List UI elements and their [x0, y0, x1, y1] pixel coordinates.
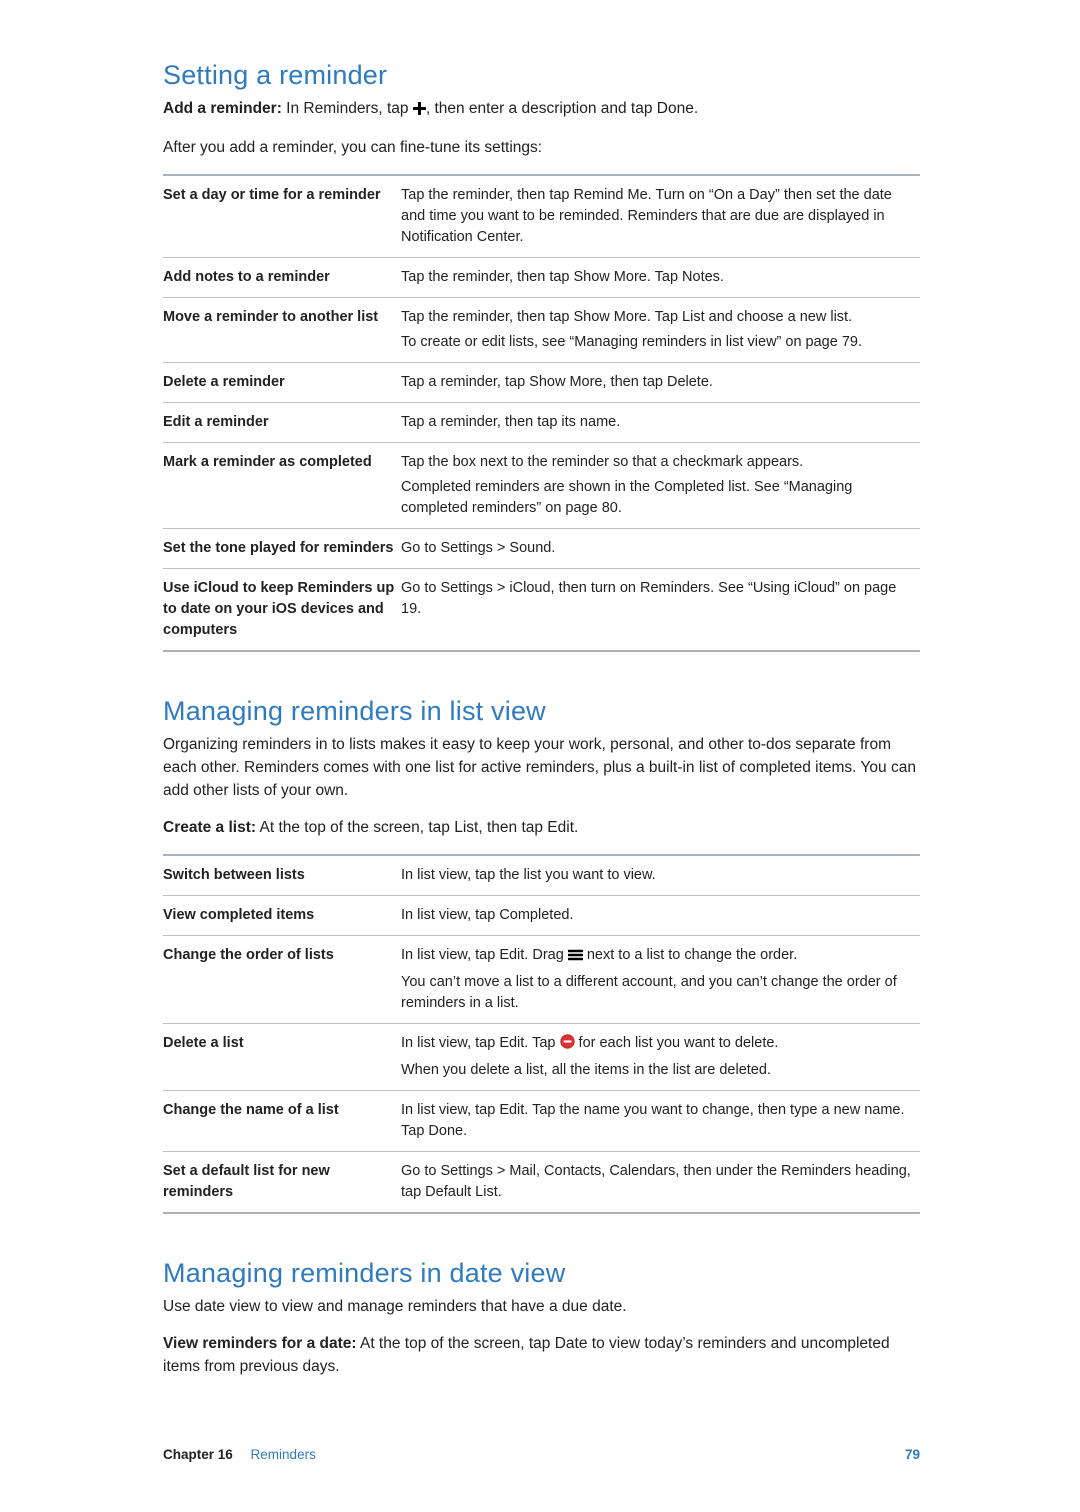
plus-icon	[413, 99, 426, 122]
table-row: Use iCloud to keep Reminders up to date …	[163, 568, 920, 651]
row-label: Switch between lists	[163, 855, 401, 896]
chapter-label: Chapter 16	[163, 1447, 233, 1462]
table-row: Delete a listIn list view, tap Edit. Tap…	[163, 1023, 920, 1090]
row-desc: Tap a reminder, then tap its name.	[401, 402, 920, 442]
footer-left: Chapter 16 Reminders	[163, 1447, 316, 1462]
section-setting-reminder: Setting a reminder Add a reminder: In Re…	[163, 60, 920, 652]
table-row: Edit a reminderTap a reminder, then tap …	[163, 402, 920, 442]
table-row: Set the tone played for remindersGo to S…	[163, 528, 920, 568]
drag-handle-icon	[568, 947, 583, 968]
add-reminder-intro: Add a reminder: In Reminders, tap , then…	[163, 97, 920, 122]
row-desc: In list view, tap the list you want to v…	[401, 855, 920, 896]
heading-list-view: Managing reminders in list view	[163, 696, 920, 727]
row-label: Delete a list	[163, 1023, 401, 1090]
after-add-text: After you add a reminder, you can fine-t…	[163, 136, 920, 159]
row-desc-para: Completed reminders are shown in the Com…	[401, 477, 914, 519]
table-row: Change the name of a listIn list view, t…	[163, 1090, 920, 1151]
row-desc-para: In list view, tap Completed.	[401, 905, 914, 926]
row-desc: Tap the reminder, then tap Remind Me. Tu…	[401, 175, 920, 258]
table-row: Change the order of listsIn list view, t…	[163, 935, 920, 1023]
row-desc-para: In list view, tap Edit. Tap the name you…	[401, 1100, 914, 1142]
row-label: Set a day or time for a reminder	[163, 175, 401, 258]
settings-table-1: Set a day or time for a reminderTap the …	[163, 174, 920, 652]
row-label: Delete a reminder	[163, 362, 401, 402]
row-desc-para: In list view, tap the list you want to v…	[401, 865, 914, 886]
row-label: Set a default list for new reminders	[163, 1151, 401, 1213]
row-desc-para: Tap the reminder, then tap Remind Me. Tu…	[401, 185, 914, 248]
row-desc: Go to Settings > Mail, Contacts, Calenda…	[401, 1151, 920, 1213]
table-row: Switch between listsIn list view, tap th…	[163, 855, 920, 896]
create-list-bold: Create a list:	[163, 819, 256, 836]
row-label: Add notes to a reminder	[163, 257, 401, 297]
table-row: Mark a reminder as completedTap the box …	[163, 442, 920, 528]
row-desc-para: Go to Settings > Sound.	[401, 538, 914, 559]
table-row: Set a day or time for a reminderTap the …	[163, 175, 920, 258]
view-for-date-bold: View reminders for a date:	[163, 1335, 357, 1352]
settings-table-2: Switch between listsIn list view, tap th…	[163, 854, 920, 1214]
row-desc-para: Tap a reminder, then tap its name.	[401, 412, 914, 433]
row-desc-para: Tap the reminder, then tap Show More. Ta…	[401, 267, 914, 288]
row-desc: Tap the reminder, then tap Show More. Ta…	[401, 297, 920, 362]
heading-setting-reminder: Setting a reminder	[163, 60, 920, 91]
row-desc-para: Go to Settings > iCloud, then turn on Re…	[401, 578, 914, 620]
row-desc: In list view, tap Edit. Tap for each lis…	[401, 1023, 920, 1090]
row-label: View completed items	[163, 895, 401, 935]
section-date-view: Managing reminders in date view Use date…	[163, 1258, 920, 1379]
row-desc: Tap the reminder, then tap Show More. Ta…	[401, 257, 920, 297]
row-label: Use iCloud to keep Reminders up to date …	[163, 568, 401, 651]
page: Setting a reminder Add a reminder: In Re…	[0, 0, 1080, 1512]
view-for-date-line: View reminders for a date: At the top of…	[163, 1332, 920, 1379]
row-desc: Tap the box next to the reminder so that…	[401, 442, 920, 528]
row-label: Move a reminder to another list	[163, 297, 401, 362]
create-list-rest: At the top of the screen, tap List, then…	[260, 819, 579, 836]
row-desc-para: To create or edit lists, see “Managing r…	[401, 332, 914, 353]
row-label: Mark a reminder as completed	[163, 442, 401, 528]
add-reminder-bold: Add a reminder:	[163, 100, 282, 117]
row-label: Change the order of lists	[163, 935, 401, 1023]
table-row: Add notes to a reminderTap the reminder,…	[163, 257, 920, 297]
date-view-intro: Use date view to view and manage reminde…	[163, 1295, 920, 1318]
page-number: 79	[905, 1447, 920, 1462]
table-row: Delete a reminderTap a reminder, tap Sho…	[163, 362, 920, 402]
row-desc-para: Go to Settings > Mail, Contacts, Calenda…	[401, 1161, 914, 1203]
row-desc-para: In list view, tap Edit. Drag next to a l…	[401, 945, 914, 968]
row-desc-para: You can’t move a list to a different acc…	[401, 972, 914, 1014]
add-reminder-text-after: , then enter a description and tap Done.	[426, 100, 698, 117]
row-desc-para: Tap the box next to the reminder so that…	[401, 452, 914, 473]
row-desc: In list view, tap Completed.	[401, 895, 920, 935]
row-desc: Tap a reminder, tap Show More, then tap …	[401, 362, 920, 402]
row-desc-para: Tap the reminder, then tap Show More. Ta…	[401, 307, 914, 328]
row-desc: Go to Settings > Sound.	[401, 528, 920, 568]
create-list-line: Create a list: At the top of the screen,…	[163, 816, 920, 839]
table-row: Set a default list for new remindersGo t…	[163, 1151, 920, 1213]
row-label: Edit a reminder	[163, 402, 401, 442]
row-desc-para: Tap a reminder, tap Show More, then tap …	[401, 372, 914, 393]
page-footer: Chapter 16 Reminders 79	[163, 1447, 920, 1462]
section-list-view: Managing reminders in list view Organizi…	[163, 696, 920, 1214]
heading-date-view: Managing reminders in date view	[163, 1258, 920, 1289]
row-desc: In list view, tap Edit. Drag next to a l…	[401, 935, 920, 1023]
row-desc: In list view, tap Edit. Tap the name you…	[401, 1090, 920, 1151]
table-row: Move a reminder to another listTap the r…	[163, 297, 920, 362]
table-row: View completed itemsIn list view, tap Co…	[163, 895, 920, 935]
row-desc-para: When you delete a list, all the items in…	[401, 1060, 914, 1081]
chapter-title: Reminders	[251, 1447, 316, 1462]
delete-minus-icon	[560, 1034, 575, 1056]
row-label: Change the name of a list	[163, 1090, 401, 1151]
add-reminder-text-before: In Reminders, tap	[286, 100, 408, 117]
list-view-intro: Organizing reminders in to lists makes i…	[163, 733, 920, 803]
row-desc-para: In list view, tap Edit. Tap for each lis…	[401, 1033, 914, 1056]
row-desc: Go to Settings > iCloud, then turn on Re…	[401, 568, 920, 651]
row-label: Set the tone played for reminders	[163, 528, 401, 568]
